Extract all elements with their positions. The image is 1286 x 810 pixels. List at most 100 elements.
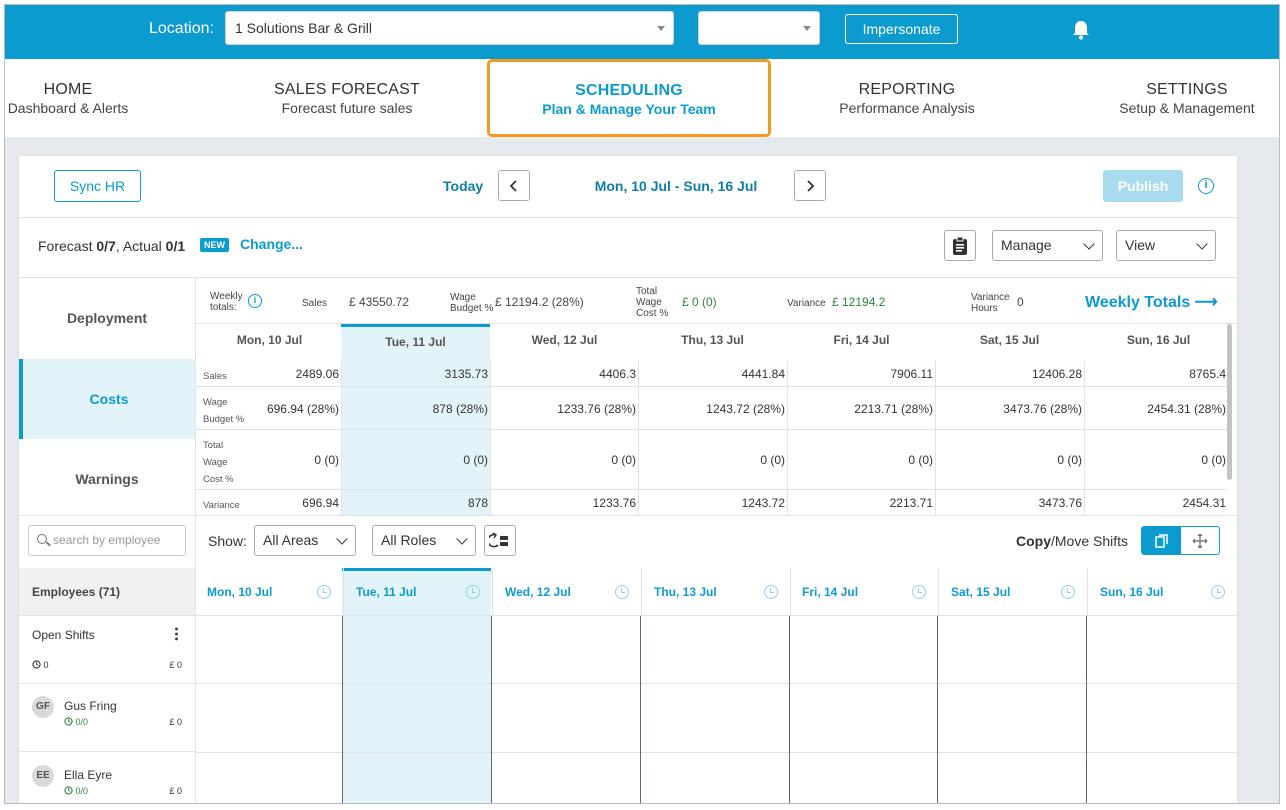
refresh-grid-icon bbox=[489, 532, 508, 548]
nav-home-title: HOME bbox=[43, 81, 93, 98]
location-select[interactable]: 1 Solutions Bar & Grill bbox=[225, 11, 674, 45]
chevron-down-icon bbox=[803, 26, 811, 31]
employee-name: Ella Eyre bbox=[64, 768, 113, 782]
employee-cost: £ 0 bbox=[169, 717, 182, 727]
nav-reporting[interactable]: REPORTING Performance Analysis bbox=[772, 81, 1042, 116]
hours-value: 0 bbox=[43, 660, 49, 670]
weekly-totals-label: Weekly totals: bbox=[210, 291, 243, 313]
day-label: Tue, 11 Jul bbox=[356, 585, 417, 599]
schedule-day-sat[interactable]: Sat, 15 Jul bbox=[939, 568, 1088, 616]
secondary-select[interactable] bbox=[698, 11, 820, 45]
cost-cell-wage-budget: 1243.72 (28%) bbox=[706, 402, 785, 416]
cost-cell-wage-budget: 3473.76 (28%) bbox=[1003, 402, 1082, 416]
roles-dropdown[interactable]: All Roles bbox=[372, 525, 476, 556]
col-divider bbox=[341, 361, 342, 515]
clock-icon[interactable] bbox=[615, 585, 629, 599]
location-label: Location: bbox=[149, 20, 214, 37]
clock-icon[interactable] bbox=[912, 585, 926, 599]
clock-icon[interactable] bbox=[764, 585, 778, 599]
main-nav: HOME Dashboard & Alerts SALES FORECAST F… bbox=[5, 59, 1279, 137]
schedule-day-mon[interactable]: Mon, 10 Jul bbox=[195, 568, 344, 616]
chevron-right-icon bbox=[807, 180, 815, 192]
clipboard-icon bbox=[953, 236, 967, 255]
change-link[interactable]: Change... bbox=[240, 236, 303, 252]
chevron-down-icon bbox=[1083, 238, 1095, 250]
schedule-day-wed[interactable]: Wed, 12 Jul bbox=[493, 568, 642, 616]
nav-settings-subtitle: Setup & Management bbox=[1119, 100, 1255, 116]
next-week-button[interactable] bbox=[794, 170, 826, 201]
move-icon[interactable] bbox=[1192, 533, 1208, 549]
nav-sales-forecast-title: SALES FORECAST bbox=[274, 81, 420, 98]
col-divider bbox=[342, 616, 343, 803]
open-shifts-row[interactable]: Open Shifts 0 £ 0 bbox=[19, 616, 195, 684]
schedule-day-thu[interactable]: Thu, 13 Jul bbox=[642, 568, 791, 616]
manage-dropdown[interactable]: Manage bbox=[992, 230, 1103, 261]
cost-cell-wage-budget: 1233.76 (28%) bbox=[557, 402, 636, 416]
nav-scheduling[interactable]: SCHEDULING Plan & Manage Your Team bbox=[487, 59, 771, 137]
day-label: Sat, 15 Jul bbox=[951, 585, 1011, 599]
nav-settings[interactable]: SETTINGS Setup & Management bbox=[1052, 81, 1279, 116]
clock-icon[interactable] bbox=[466, 585, 480, 599]
sales-label: Sales bbox=[302, 298, 328, 309]
sync-hr-button[interactable]: Sync HR bbox=[54, 170, 141, 202]
row-divider bbox=[196, 386, 1227, 387]
employee-row[interactable]: GF Gus Fring 0/0 £ 0 bbox=[19, 684, 195, 752]
col-divider bbox=[638, 361, 639, 515]
cost-cell-total-wage: 0 (0) bbox=[314, 453, 339, 467]
day-header: Fri, 14 Jul bbox=[833, 333, 890, 347]
clock-icon[interactable] bbox=[1061, 585, 1075, 599]
row-divider bbox=[196, 489, 1227, 490]
scrollbar[interactable] bbox=[1227, 324, 1232, 480]
forecast-value: 0/7 bbox=[96, 238, 116, 254]
bell-icon[interactable] bbox=[1071, 19, 1091, 41]
nav-home-subtitle: Dashboard & Alerts bbox=[7, 100, 129, 116]
employee-row[interactable]: EE Ella Eyre 0/0 £ 0 bbox=[19, 753, 195, 803]
clock-icon bbox=[32, 660, 41, 669]
info-icon[interactable]: i bbox=[248, 294, 262, 308]
divider bbox=[195, 278, 196, 803]
cost-cell-variance: 3473.76 bbox=[1038, 496, 1082, 510]
copy-move-toggle[interactable] bbox=[1141, 526, 1220, 555]
areas-dropdown[interactable]: All Areas bbox=[254, 525, 356, 556]
separator: , bbox=[115, 238, 123, 254]
refresh-layout-button[interactable] bbox=[484, 525, 516, 556]
cost-cell-total-wage: 0 (0) bbox=[1057, 453, 1082, 467]
col-divider bbox=[1084, 361, 1085, 515]
nav-home[interactable]: HOME Dashboard & Alerts bbox=[5, 81, 203, 116]
clock-icon[interactable] bbox=[1211, 585, 1225, 599]
variance-hours-total: 0 bbox=[1017, 295, 1024, 309]
cost-cell-variance: 1233.76 bbox=[592, 496, 636, 510]
row-divider bbox=[196, 752, 1237, 753]
employee-search-input[interactable]: search by employee bbox=[28, 525, 186, 556]
day-label: Wed, 12 Jul bbox=[505, 585, 571, 599]
clipboard-button[interactable] bbox=[944, 230, 976, 261]
cost-cell-total-wage: 0 (0) bbox=[908, 453, 933, 467]
info-icon[interactable]: i bbox=[1198, 178, 1214, 194]
schedule-day-tue[interactable]: Tue, 11 Jul bbox=[344, 568, 493, 616]
impersonate-button[interactable]: Impersonate bbox=[845, 14, 958, 44]
search-icon bbox=[37, 534, 47, 544]
search-placeholder: search by employee bbox=[53, 533, 161, 547]
schedule-day-fri[interactable]: Fri, 14 Jul bbox=[790, 568, 939, 616]
publish-button[interactable]: Publish bbox=[1103, 170, 1183, 202]
prev-week-button[interactable] bbox=[498, 170, 530, 201]
copy-mode-button[interactable] bbox=[1142, 527, 1181, 554]
tab-costs[interactable]: Costs bbox=[19, 359, 195, 439]
day-header: Thu, 13 Jul bbox=[681, 333, 744, 347]
weekly-totals-link[interactable]: Weekly Totals ⟶ bbox=[1085, 292, 1218, 312]
cost-cell-variance: 1243.72 bbox=[741, 496, 785, 510]
location-value: 1 Solutions Bar & Grill bbox=[235, 20, 372, 36]
clock-icon[interactable] bbox=[317, 585, 331, 599]
open-shifts-hours: 0 bbox=[32, 660, 49, 670]
more-vertical-icon[interactable] bbox=[175, 627, 178, 641]
view-dropdown[interactable]: View bbox=[1116, 230, 1216, 261]
chevron-left-icon bbox=[509, 180, 517, 192]
tab-deployment[interactable]: Deployment bbox=[19, 278, 195, 358]
today-button[interactable]: Today bbox=[443, 178, 483, 194]
cost-cell-variance: 2454.31 bbox=[1182, 496, 1226, 510]
schedule-day-sun[interactable]: Sun, 16 Jul bbox=[1088, 568, 1237, 616]
nav-sales-forecast[interactable]: SALES FORECAST Forecast future sales bbox=[212, 81, 482, 116]
tab-warnings[interactable]: Warnings bbox=[19, 439, 195, 519]
employee-hours: 0/0 bbox=[64, 717, 88, 727]
areas-value: All Areas bbox=[263, 532, 319, 548]
